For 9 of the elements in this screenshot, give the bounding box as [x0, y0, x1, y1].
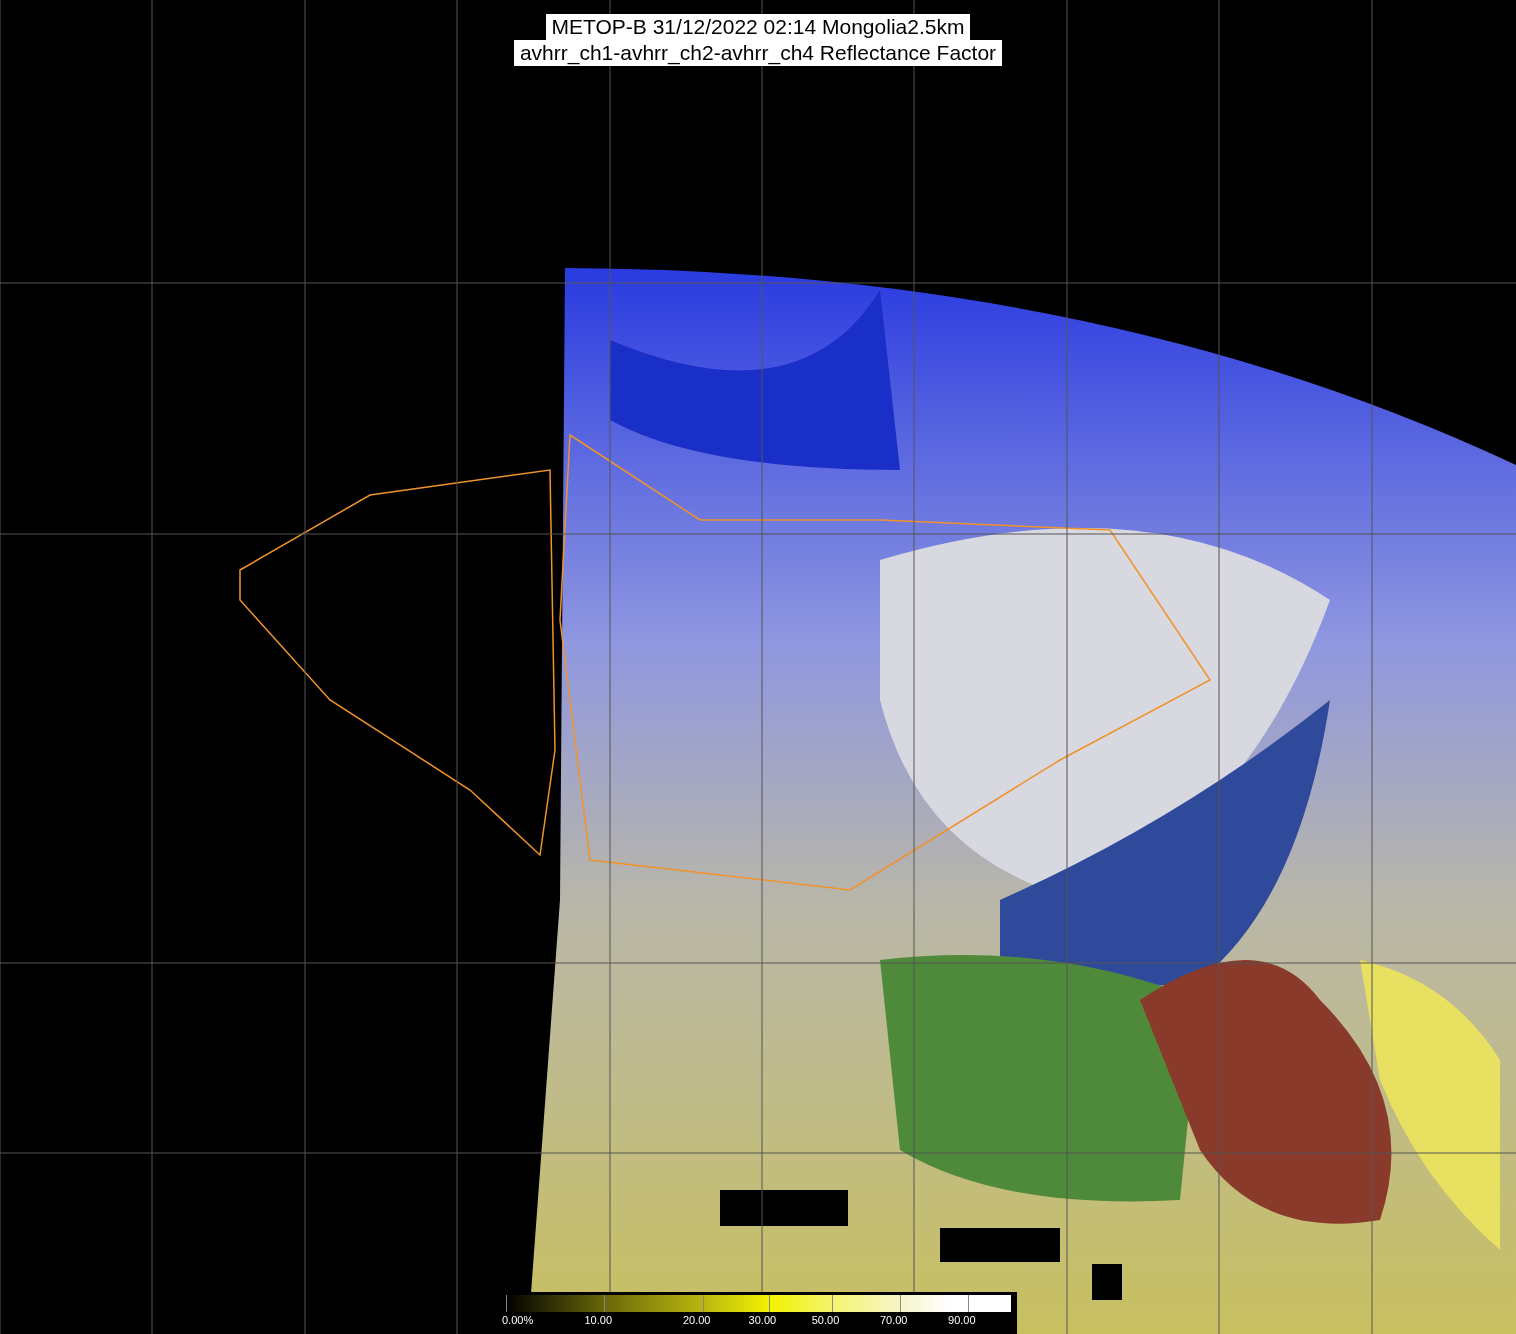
colorbar-label: 70.00	[879, 1314, 908, 1326]
map-title: avhrr_ch1-avhrr_ch2-avhrr_ch4 Reflectance Factor	[513, 40, 1003, 66]
colorbar-label: 20.00	[682, 1314, 711, 1326]
colorbar-label: 0.00%	[502, 1314, 534, 1326]
colorbar-label: 10.00	[584, 1314, 612, 1326]
colorbar-label: 50.00	[811, 1314, 840, 1326]
map-title: METOP-B 31/12/2022 02:14 Mongolia2.5km	[545, 14, 971, 40]
colorbar-label: 90.00	[948, 1314, 976, 1326]
colorbar-label: 30.00	[748, 1314, 777, 1326]
